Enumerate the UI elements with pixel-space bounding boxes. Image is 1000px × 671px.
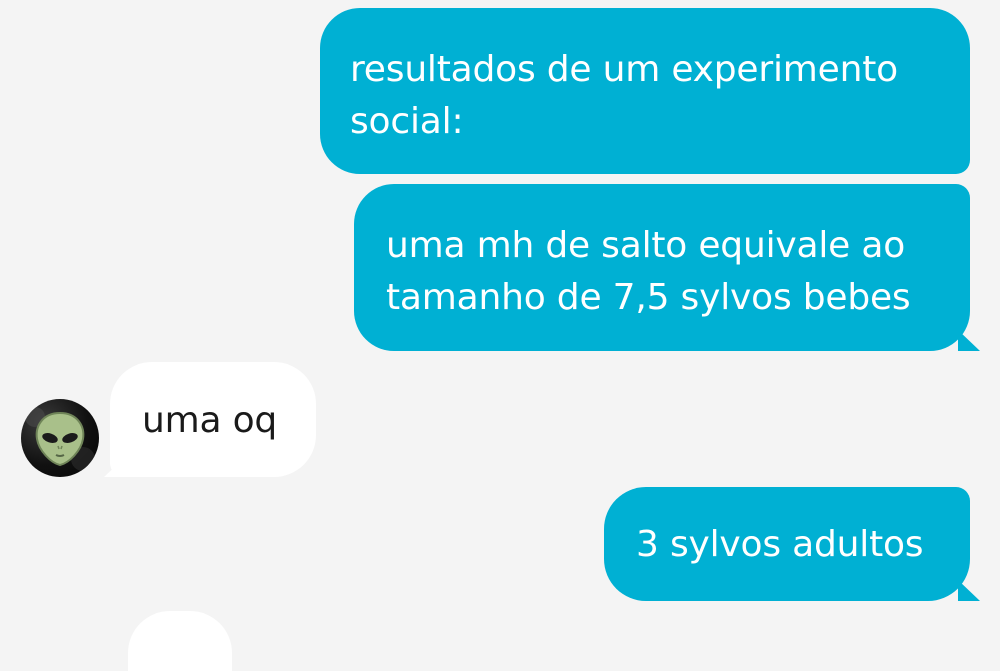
incoming-message-bubble[interactable]: uma oq — [110, 362, 316, 477]
message-text: resultados de um experimento social: — [350, 49, 898, 142]
bubble-tail — [958, 330, 980, 351]
alien-avatar-icon[interactable] — [21, 399, 99, 477]
outgoing-message-bubble[interactable]: uma mh de salto equivale ao tamanho de 7… — [354, 184, 970, 351]
outgoing-message-bubble[interactable]: 3 sylvos adultos — [604, 487, 970, 601]
message-text: 3 sylvos adultos — [636, 524, 924, 565]
bubble-tail — [104, 456, 126, 477]
message-text: uma oq — [142, 400, 278, 441]
outgoing-message-bubble[interactable]: resultados de um experimento social: — [320, 8, 970, 174]
chat-thread: resultados de um experimento social: uma… — [0, 0, 1000, 671]
message-text: uma mh de salto equivale ao tamanho de 7… — [386, 225, 911, 318]
bubble-tail — [958, 580, 980, 601]
incoming-message-bubble-partial[interactable] — [128, 611, 232, 671]
